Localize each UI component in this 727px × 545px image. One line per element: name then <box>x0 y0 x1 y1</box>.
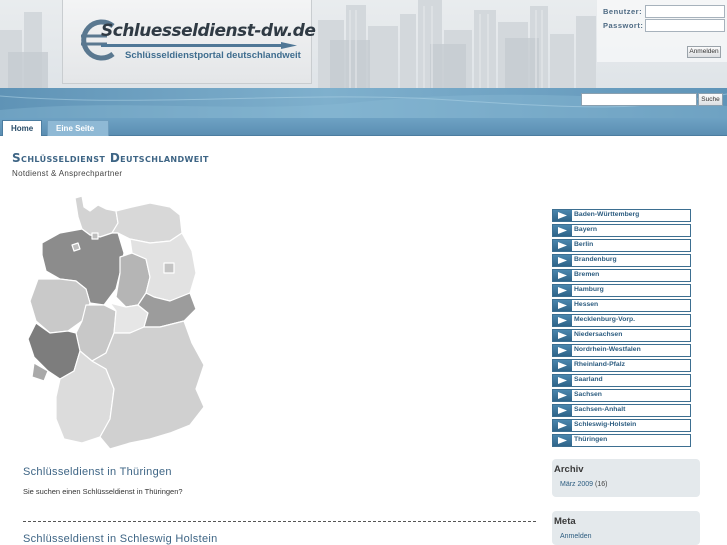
arrow-icon <box>553 315 572 326</box>
post-title[interactable]: Schlüsseldienst in Schleswig Holstein <box>23 533 218 545</box>
state-label: Berlin <box>574 241 594 248</box>
archive-count: (16) <box>595 481 608 488</box>
state-link-baden-wuerttemberg[interactable]: Baden-Württemberg <box>552 209 691 222</box>
state-label: Thüringen <box>574 436 608 443</box>
state-link-mecklenburg-vorp[interactable]: Mecklenburg-Vorp. <box>552 314 691 327</box>
arrow-icon <box>553 405 572 416</box>
meta-login-link[interactable]: Anmelden <box>560 533 592 540</box>
arrow-icon <box>553 330 572 341</box>
arrow-icon <box>553 225 572 236</box>
state-label: Saarland <box>574 376 603 383</box>
arrow-icon <box>553 360 572 371</box>
state-link-rheinland-pfalz[interactable]: Rheinland-Pfalz <box>552 359 691 372</box>
map-region-hamburg[interactable] <box>91 232 99 240</box>
post-divider <box>23 521 536 522</box>
germany-map[interactable] <box>20 193 215 458</box>
state-link-berlin[interactable]: Berlin <box>552 239 691 252</box>
tab-eine-seite[interactable]: Eine Seite <box>47 120 109 136</box>
state-label: Bremen <box>574 271 600 278</box>
post-excerpt: Sie suchen einen Schlüsseldienst in Thür… <box>23 487 183 496</box>
state-label: Sachsen-Anhalt <box>574 406 626 413</box>
logo-tagline: Schlüsseldienstportal deutschlandweit <box>125 50 301 61</box>
search-input[interactable] <box>581 93 697 106</box>
login-button[interactable]: Anmelden <box>687 46 721 58</box>
username-label: Benutzer: <box>603 7 643 16</box>
state-label: Mecklenburg-Vorp. <box>574 316 636 323</box>
logo[interactable]: Schluesseldienst-dw.de Schlüsseldienstpo… <box>62 0 316 84</box>
arrow-icon <box>553 345 572 356</box>
state-link-sachsen[interactable]: Sachsen <box>552 389 691 402</box>
page-title: Schlüsseldienst Deutschlandweit <box>12 151 209 165</box>
state-link-bremen[interactable]: Bremen <box>552 269 691 282</box>
password-input[interactable] <box>645 19 725 32</box>
arrow-icon <box>553 375 572 386</box>
search-button[interactable]: Suche <box>698 93 723 106</box>
state-link-saarland[interactable]: Saarland <box>552 374 691 387</box>
password-label: Passwort: <box>603 21 644 30</box>
map-region-berlin[interactable] <box>163 262 175 274</box>
username-input[interactable] <box>645 5 725 18</box>
archive-title: Archiv <box>554 464 584 475</box>
tab-home[interactable]: Home <box>2 120 42 136</box>
state-label: Rheinland-Pfalz <box>574 361 625 368</box>
arrow-icon <box>553 420 572 431</box>
meta-widget: Meta Anmelden <box>552 511 700 545</box>
state-label: Schleswig-Holstein <box>574 421 637 428</box>
state-label: Hessen <box>574 301 599 308</box>
arrow-icon <box>553 210 572 221</box>
main-nav: Home Eine Seite <box>0 118 727 136</box>
arrow-icon <box>553 435 572 446</box>
arrow-icon <box>553 240 572 251</box>
page-subtitle: Notdienst & Ansprechpartner <box>12 169 123 178</box>
arrow-icon <box>553 390 572 401</box>
arrow-icon <box>553 270 572 281</box>
state-link-thueringen[interactable]: Thüringen <box>552 434 691 447</box>
map-region-bremen[interactable] <box>71 242 81 252</box>
state-link-schleswig-holstein[interactable]: Schleswig-Holstein <box>552 419 691 432</box>
state-link-niedersachsen[interactable]: Niedersachsen <box>552 329 691 342</box>
arrow-icon <box>553 300 572 311</box>
state-label: Brandenburg <box>574 256 617 263</box>
archive-month: März 2009 <box>560 481 594 488</box>
state-label: Sachsen <box>574 391 602 398</box>
state-link-hessen[interactable]: Hessen <box>552 299 691 312</box>
login-user-row: Benutzer: <box>603 5 725 18</box>
login-form: Benutzer: Passwort: Anmelden <box>597 0 727 62</box>
state-label: Baden-Württemberg <box>574 211 640 218</box>
state-link-sachsen-anhalt[interactable]: Sachsen-Anhalt <box>552 404 691 417</box>
state-link-bayern[interactable]: Bayern <box>552 224 691 237</box>
login-password-row: Passwort: <box>603 19 725 32</box>
state-list: Baden-Württemberg Bayern Berlin Brandenb… <box>552 209 691 449</box>
state-label: Niedersachsen <box>574 331 623 338</box>
logo-title: Schluesseldienst-dw.de <box>101 21 316 41</box>
arrow-icon <box>553 255 572 266</box>
state-link-hamburg[interactable]: Hamburg <box>552 284 691 297</box>
archive-widget: Archiv März 2009 (16) <box>552 459 700 497</box>
archive-link[interactable]: März 2009 (16) <box>560 481 607 488</box>
key-underline-icon <box>101 42 297 49</box>
state-link-brandenburg[interactable]: Brandenburg <box>552 254 691 267</box>
meta-title: Meta <box>554 516 576 527</box>
arrow-icon <box>553 285 572 296</box>
map-region-mecklenburg[interactable] <box>111 202 183 244</box>
state-label: Bayern <box>574 226 598 233</box>
state-link-nordrhein-westfalen[interactable]: Nordrhein-Westfalen <box>552 344 691 357</box>
post-title[interactable]: Schlüsseldienst in Thüringen <box>23 466 172 478</box>
site-header: Schluesseldienst-dw.de Schlüsseldienstpo… <box>0 0 727 88</box>
state-label: Nordrhein-Westfalen <box>574 346 641 353</box>
state-label: Hamburg <box>574 286 604 293</box>
